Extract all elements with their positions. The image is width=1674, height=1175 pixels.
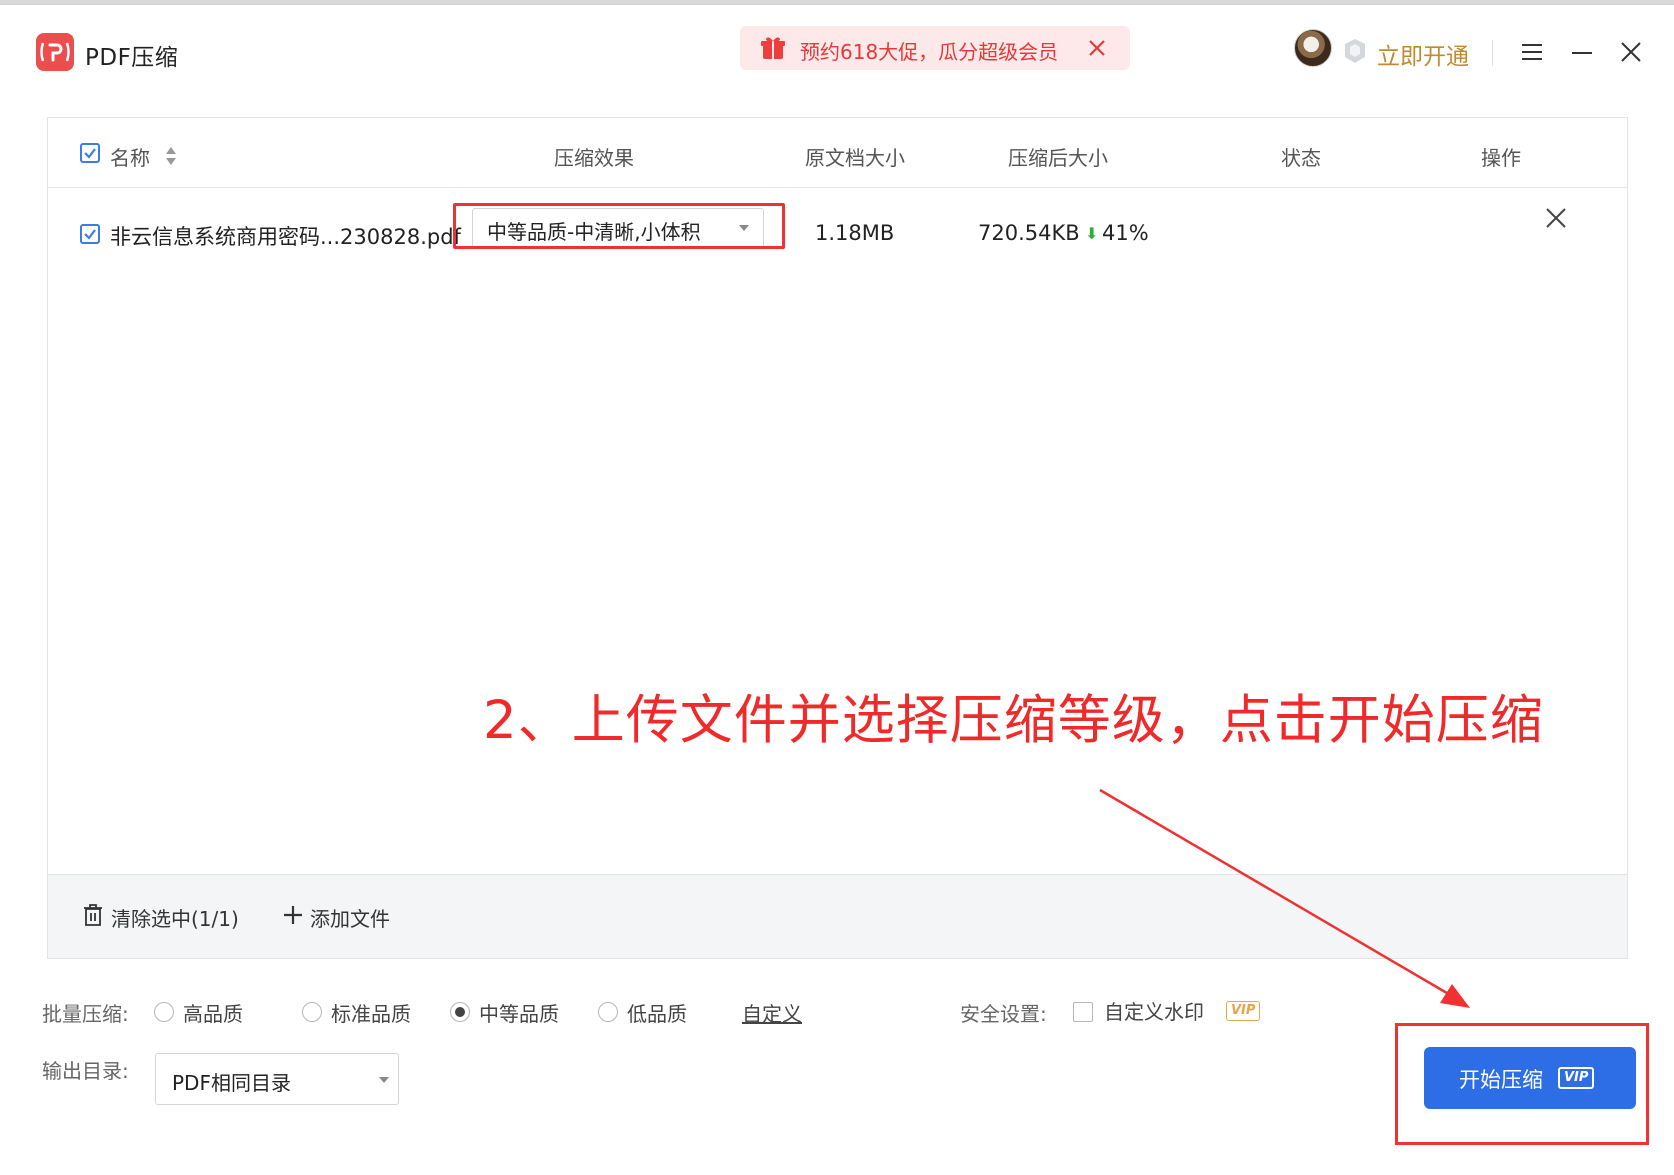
- panel-footer: 清除选中(1/1) 添加文件: [48, 874, 1627, 958]
- dropdown-caret-icon: [739, 225, 749, 231]
- radio-standard-quality[interactable]: [302, 1002, 322, 1022]
- promo-banner[interactable]: 预约618大促，瓜分超级会员: [740, 26, 1130, 70]
- vip-shield-icon: [1345, 39, 1365, 63]
- file-list-panel: 名称 压缩效果 原文档大小 压缩后大小 状态 操作 非云信息系统商用密码...2…: [47, 117, 1628, 959]
- radio-label-high[interactable]: 高品质: [183, 998, 243, 1027]
- radio-label-standard[interactable]: 标准品质: [331, 998, 411, 1027]
- header-status: 状态: [1281, 146, 1321, 170]
- trash-icon: [84, 904, 102, 926]
- open-vip-link[interactable]: 立即开通: [1377, 37, 1469, 71]
- header-effect: 压缩效果: [554, 146, 634, 170]
- sort-icon[interactable]: [165, 145, 177, 167]
- add-file-button[interactable]: 添加文件: [283, 897, 433, 933]
- reduction-percent: 41%: [1102, 221, 1149, 245]
- close-icon[interactable]: [1085, 36, 1109, 60]
- header-original-size: 原文档大小: [805, 146, 905, 170]
- table-row: 非云信息系统商用密码...230828.pdf 中等品质-中清晰,小体积 1.1…: [48, 188, 1627, 288]
- minimize-icon[interactable]: [1572, 52, 1592, 54]
- close-window-icon[interactable]: [1620, 41, 1642, 63]
- security-settings-label: 安全设置:: [960, 1002, 1047, 1026]
- output-dir-label: 输出目录:: [42, 1059, 129, 1083]
- menu-icon[interactable]: [1521, 43, 1543, 61]
- output-dir-dropdown[interactable]: PDF相同目录: [155, 1053, 399, 1105]
- start-compress-label: 开始压缩: [1459, 1068, 1543, 1092]
- instruction-annotation: 2、上传文件并选择压缩等级，点击开始压缩: [483, 690, 1544, 751]
- header-divider: [1492, 40, 1493, 66]
- select-all-checkbox-icon[interactable]: [80, 143, 100, 163]
- app-logo-icon: [36, 33, 74, 71]
- header-compressed-size: 压缩后大小: [1008, 146, 1108, 170]
- app-window: PDF压缩 预约618大促，瓜分超级会员 立即开通 名称 压缩效果 原文档大小 …: [0, 5, 1674, 1175]
- radio-label-low[interactable]: 低品质: [627, 998, 687, 1027]
- file-name: 非云信息系统商用密码...230828.pdf: [110, 225, 461, 249]
- watermark-vip-tag: VIP: [1226, 1001, 1261, 1021]
- watermark-checkbox[interactable]: [1073, 1002, 1093, 1022]
- down-arrow-icon: ⬇: [1085, 224, 1099, 243]
- compressed-size: 720.54KB: [978, 221, 1080, 245]
- radio-low-quality[interactable]: [598, 1002, 618, 1022]
- header-name: 名称: [110, 146, 150, 170]
- batch-compress-label: 批量压缩:: [42, 1002, 129, 1026]
- original-size: 1.18MB: [815, 221, 895, 245]
- radio-high-quality[interactable]: [154, 1002, 174, 1022]
- avatar[interactable]: [1294, 29, 1332, 67]
- dropdown-caret-icon: [379, 1077, 389, 1083]
- radio-medium-quality[interactable]: [450, 1002, 470, 1022]
- radio-label-medium[interactable]: 中等品质: [479, 998, 559, 1027]
- gift-icon: [761, 37, 785, 59]
- start-compress-button[interactable]: 开始压缩 VIP: [1424, 1047, 1636, 1109]
- row-checkbox-icon[interactable]: [80, 224, 100, 244]
- promo-text: 预约618大促，瓜分超级会员: [800, 40, 1059, 64]
- watermark-label[interactable]: 自定义水印: [1104, 996, 1204, 1025]
- add-file-label: 添加文件: [310, 907, 390, 931]
- start-vip-tag: VIP: [1558, 1067, 1595, 1089]
- quality-value: 中等品质-中清晰,小体积: [487, 220, 701, 244]
- custom-quality-link[interactable]: 自定义: [742, 998, 802, 1027]
- plus-icon: [284, 906, 302, 924]
- table-header: 名称 压缩效果 原文档大小 压缩后大小 状态 操作: [48, 118, 1627, 188]
- remove-file-icon[interactable]: [1545, 207, 1567, 229]
- output-dir-value: PDF相同目录: [172, 1071, 291, 1095]
- header-action: 操作: [1481, 146, 1521, 170]
- clear-selected-label: 清除选中(1/1): [111, 907, 239, 931]
- quality-dropdown[interactable]: 中等品质-中清晰,小体积: [472, 208, 764, 248]
- app-title: PDF压缩: [85, 45, 179, 71]
